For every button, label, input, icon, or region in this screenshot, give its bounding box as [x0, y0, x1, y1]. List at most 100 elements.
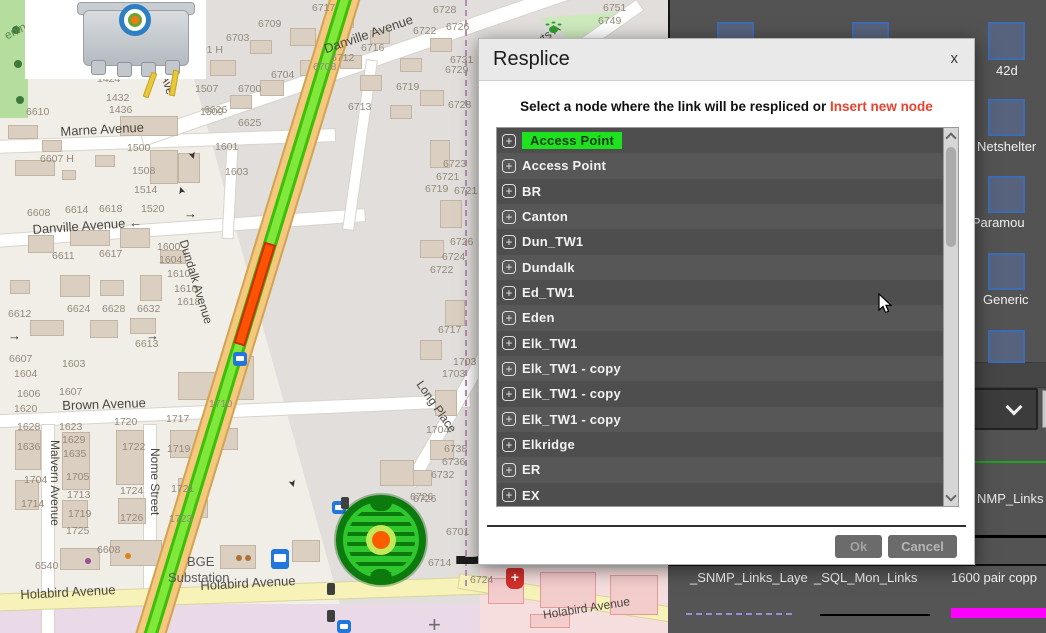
- street-label: Brown Avenue: [62, 395, 146, 413]
- house-number: 6703: [226, 32, 249, 44]
- node-label[interactable]: BR: [522, 184, 541, 199]
- building: [380, 460, 414, 486]
- node-row[interactable]: + Elk_TW1 - copy: [497, 381, 958, 406]
- node-row[interactable]: + Dundalk: [497, 255, 958, 280]
- street-label: →: [8, 328, 21, 343]
- expand-plus-icon[interactable]: +: [502, 336, 516, 350]
- expand-plus-icon[interactable]: +: [502, 134, 516, 148]
- expand-plus-icon[interactable]: +: [502, 362, 516, 376]
- bus-stop-icon[interactable]: [337, 620, 351, 633]
- map-plus-marker: +: [428, 612, 441, 633]
- palette-tile[interactable]: [988, 330, 1025, 363]
- palette-tile[interactable]: [988, 176, 1025, 213]
- house-number: 6738: [444, 443, 467, 455]
- street-label: →: [146, 328, 159, 343]
- node-label[interactable]: EX: [522, 488, 540, 503]
- traffic-light-icon: [341, 497, 349, 509]
- palette-tile[interactable]: [988, 22, 1025, 60]
- expand-plus-icon[interactable]: +: [502, 387, 516, 401]
- house-number: 1724: [120, 485, 143, 497]
- house-number: 6721: [454, 185, 477, 197]
- splice-closure-photo: [25, 0, 206, 79]
- ok-button[interactable]: Ok: [835, 535, 882, 558]
- scroll-down-icon[interactable]: [945, 490, 956, 501]
- expand-plus-icon[interactable]: +: [502, 463, 516, 477]
- house-number: 6709: [258, 18, 281, 30]
- legend-label: 1600 pair copp: [951, 570, 1037, 585]
- building: [210, 60, 236, 76]
- building: [90, 320, 118, 338]
- house-number: 1623: [59, 421, 82, 433]
- scroll-up-icon[interactable]: [945, 132, 956, 143]
- node-label[interactable]: Access Point: [522, 132, 622, 149]
- tree-icon: [16, 96, 24, 104]
- house-number: 1725: [66, 525, 89, 537]
- close-icon[interactable]: x: [951, 50, 959, 67]
- node-label[interactable]: ER: [522, 462, 540, 477]
- panel-side-button[interactable]: [1042, 390, 1046, 428]
- node-row[interactable]: + Access Point: [497, 128, 958, 153]
- insert-new-node-link[interactable]: Insert new node: [830, 99, 933, 114]
- node-row[interactable]: + Access Point: [497, 153, 958, 178]
- node-label[interactable]: Elk_TW1: [522, 336, 578, 351]
- house-number: 1432: [106, 92, 129, 104]
- node-label[interactable]: Ed_TW1: [522, 285, 574, 300]
- node-row[interactable]: + BR: [497, 179, 958, 204]
- manhole-node-icon[interactable]: [336, 495, 426, 585]
- palette-tile[interactable]: [988, 99, 1025, 136]
- palette-tile[interactable]: [988, 253, 1025, 290]
- house-number: 1636: [17, 441, 40, 453]
- expand-plus-icon[interactable]: +: [502, 210, 516, 224]
- house-number: 1436: [109, 104, 132, 116]
- building: [412, 470, 432, 486]
- node-row[interactable]: + Elk_TW1 - copy: [497, 407, 958, 432]
- scrollbar-thumb[interactable]: [946, 147, 956, 247]
- node-label[interactable]: Elk_TW1 - copy: [522, 386, 621, 401]
- chevron-down-icon: [1006, 399, 1023, 416]
- expand-plus-icon[interactable]: +: [502, 488, 516, 502]
- node-label[interactable]: Elkridge: [522, 437, 575, 452]
- legend-sample-solid: [820, 614, 930, 616]
- scrollbar[interactable]: [943, 128, 958, 506]
- expand-plus-icon[interactable]: +: [502, 184, 516, 198]
- house-number: 6723: [443, 158, 466, 170]
- house-number: 1703: [453, 356, 476, 368]
- node-label[interactable]: Eden: [522, 310, 555, 325]
- node-row[interactable]: + Canton: [497, 204, 958, 229]
- building: [445, 300, 465, 326]
- expand-plus-icon[interactable]: +: [502, 438, 516, 452]
- dialog-titlebar[interactable]: Resplice x: [479, 39, 974, 81]
- expand-plus-icon[interactable]: +: [502, 412, 516, 426]
- node-row[interactable]: + Dun_TW1: [497, 229, 958, 254]
- building: [42, 140, 62, 152]
- expand-plus-icon[interactable]: +: [502, 286, 516, 300]
- cancel-button[interactable]: Cancel: [888, 535, 957, 558]
- expand-plus-icon[interactable]: +: [502, 235, 516, 249]
- bus-stop-icon[interactable]: [233, 352, 247, 366]
- node-label[interactable]: Canton: [522, 209, 568, 224]
- node-row[interactable]: + Elk_TW1 - copy: [497, 356, 958, 381]
- node-label[interactable]: Elk_TW1 - copy: [522, 361, 621, 376]
- node-label[interactable]: Elk_TW1 - copy: [522, 412, 621, 427]
- house-number: 6726: [450, 236, 473, 248]
- house-number: 1509: [200, 106, 223, 118]
- house-number: 6617: [99, 248, 122, 260]
- node-row[interactable]: + Elkridge: [497, 432, 958, 457]
- expand-plus-icon[interactable]: +: [502, 260, 516, 274]
- node-label[interactable]: Dun_TW1: [522, 234, 583, 249]
- node-row[interactable]: + ER: [497, 457, 958, 482]
- house-number: 1607: [59, 386, 82, 398]
- node-row[interactable]: + EX: [497, 483, 958, 507]
- expand-plus-icon[interactable]: +: [502, 159, 516, 173]
- poi-dot: [85, 558, 91, 564]
- node-label[interactable]: Dundalk: [522, 260, 575, 275]
- fuel-station-icon[interactable]: [271, 549, 289, 569]
- house-number: 6611: [52, 250, 75, 262]
- expand-plus-icon[interactable]: +: [502, 311, 516, 325]
- node-list[interactable]: + Access Point + Access Point + BR + Canton + Dun…: [496, 127, 959, 507]
- node-label[interactable]: Access Point: [522, 158, 606, 173]
- building: [10, 280, 30, 294]
- node-row[interactable]: + Elk_TW1: [497, 331, 958, 356]
- street-label: Nome Street: [148, 448, 162, 515]
- building: [360, 75, 382, 91]
